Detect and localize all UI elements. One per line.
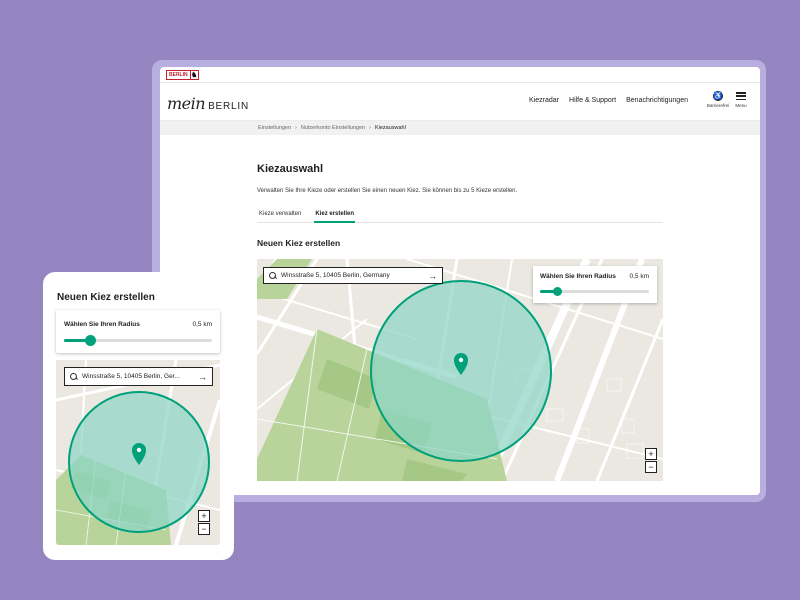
menu-button[interactable]: Menu	[729, 91, 753, 108]
accessibility-button[interactable]: ♿ Barrierefrei	[706, 91, 730, 108]
radius-slider[interactable]	[540, 287, 649, 296]
mobile-radius-slider[interactable]	[64, 335, 212, 346]
logo-script: mein	[167, 94, 206, 113]
menu-label: Menu	[735, 103, 747, 108]
main-navbar: mein BERLIN Kiezradar Hilfe & Support Be…	[160, 83, 760, 121]
berlin-top-strip: BERLIN ♞	[160, 67, 760, 83]
breadcrumb-separator-icon: ›	[295, 125, 297, 131]
breadcrumb-item-account[interactable]: Nutzerkonto Einstellungen	[301, 125, 365, 131]
nav-links: Kiezradar Hilfe & Support Benachrichtigu…	[529, 97, 688, 104]
mobile-map-search-input[interactable]: Winsstraße 5, 10405 Berlin, Ger...	[82, 373, 198, 380]
desktop-window: BERLIN ♞ mein BERLIN Kiezradar Hilfe & S…	[160, 67, 760, 495]
mobile-radius-label: Wählen Sie Ihren Radius	[64, 321, 140, 328]
page-content: Kiezauswahl Verwalten Sie Ihre Kieze ode…	[257, 163, 663, 248]
map-search-input[interactable]: Winsstraße 5, 10405 Berlin, Germany	[281, 272, 428, 279]
page-intro: Verwalten Sie Ihre Kieze oder erstellen …	[257, 188, 518, 194]
search-icon	[269, 271, 277, 280]
berlin-badge-text: BERLIN	[169, 72, 188, 78]
breadcrumb-separator-icon: ›	[369, 125, 371, 131]
search-icon	[70, 372, 78, 381]
tab-manage-kieze[interactable]: Kieze verwalten	[259, 210, 301, 222]
page-title: Kiezauswahl	[257, 163, 324, 175]
mobile-map-search-field[interactable]: Winsstraße 5, 10405 Berlin, Ger... →	[64, 367, 213, 386]
mobile-map-canvas	[56, 360, 220, 545]
menu-icon	[736, 91, 746, 101]
desktop-map[interactable]: Winsstraße 5, 10405 Berlin, Germany → Wä…	[257, 259, 663, 481]
radius-label: Wählen Sie Ihren Radius	[540, 273, 616, 280]
logo-word: BERLIN	[208, 101, 249, 112]
radius-value: 0,5 km	[629, 273, 649, 280]
berlin-bear-icon: ♞	[189, 71, 198, 79]
section-title: Neuen Kiez erstellen	[257, 238, 341, 248]
submit-arrow-icon[interactable]: →	[428, 271, 437, 281]
zoom-out-button[interactable]: −	[645, 461, 657, 473]
slider-knob[interactable]	[553, 287, 562, 296]
mobile-title: Neuen Kiez erstellen	[57, 292, 155, 303]
mobile-radius-value: 0,5 km	[192, 321, 212, 328]
nav-link-kiezradar[interactable]: Kiezradar	[529, 97, 559, 104]
breadcrumb-item-settings[interactable]: Einstellungen	[258, 125, 291, 131]
mobile-map[interactable]: Winsstraße 5, 10405 Berlin, Ger... → + −	[56, 360, 220, 545]
mobile-radius-card: Wählen Sie Ihren Radius 0,5 km	[56, 310, 220, 353]
mein-berlin-logo[interactable]: mein BERLIN	[167, 94, 249, 113]
nav-link-notifications[interactable]: Benachrichtigungen	[626, 97, 688, 104]
map-search-field[interactable]: Winsstraße 5, 10405 Berlin, Germany →	[263, 267, 443, 284]
radius-card: Wählen Sie Ihren Radius 0,5 km	[533, 266, 657, 303]
berlin-portal-badge[interactable]: BERLIN ♞	[166, 70, 199, 80]
accessibility-icon: ♿	[713, 91, 723, 101]
nav-link-help[interactable]: Hilfe & Support	[569, 97, 616, 104]
zoom-in-button[interactable]: +	[198, 510, 210, 522]
zoom-out-button[interactable]: −	[198, 523, 210, 535]
zoom-in-button[interactable]: +	[645, 448, 657, 460]
zoom-controls: + −	[645, 448, 657, 473]
slider-knob[interactable]	[85, 335, 96, 346]
breadcrumb-item-current: Kiezauswahl	[374, 125, 406, 131]
tab-create-kiez[interactable]: Kiez erstellen	[314, 210, 355, 223]
breadcrumb: Einstellungen › Nutzerkonto Einstellunge…	[160, 121, 760, 135]
accessibility-label: Barrierefrei	[706, 103, 730, 108]
mobile-zoom-controls: + −	[198, 510, 210, 535]
submit-arrow-icon[interactable]: →	[198, 372, 207, 382]
tab-bar: Kieze verwalten Kiez erstellen	[257, 210, 663, 223]
